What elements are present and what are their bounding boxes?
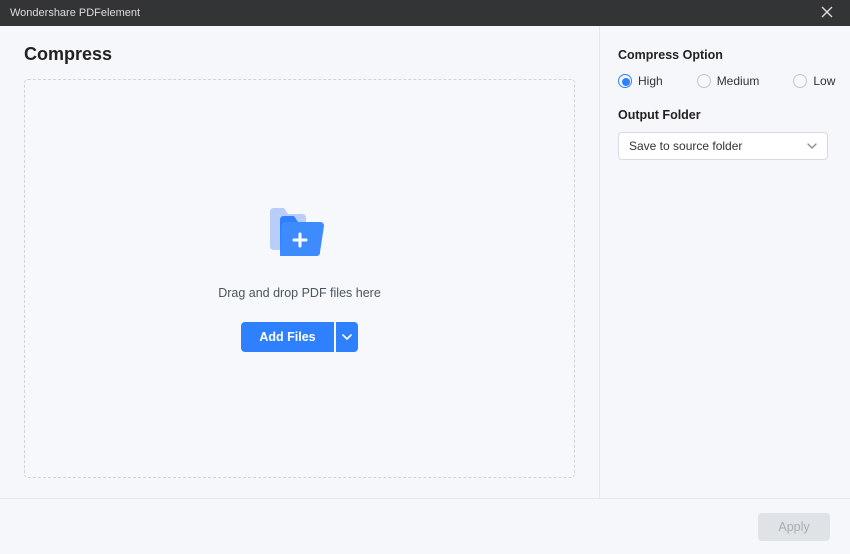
add-files-button[interactable]: Add Files [241, 322, 333, 352]
output-folder-select[interactable]: Save to source folder [618, 132, 828, 160]
radio-dot-icon [618, 74, 632, 88]
compress-option-title: Compress Option [618, 48, 828, 62]
left-panel: Compress Drag and drop PDF files here Ad… [0, 26, 600, 554]
close-icon[interactable] [814, 5, 840, 21]
page-title: Compress [24, 44, 575, 65]
output-folder-value: Save to source folder [629, 139, 742, 153]
right-panel: Compress Option High Medium Low Output F… [600, 26, 850, 554]
footer-bar: Apply [0, 498, 850, 554]
compress-level-group: High Medium Low [618, 74, 828, 88]
add-files-row: Add Files [241, 322, 357, 352]
radio-dot-icon [793, 74, 807, 88]
apply-button[interactable]: Apply [758, 513, 830, 541]
radio-medium-label: Medium [717, 74, 760, 88]
output-folder-title: Output Folder [618, 108, 828, 122]
title-bar: Wondershare PDFelement [0, 0, 850, 26]
radio-high[interactable]: High [618, 74, 663, 88]
radio-low-label: Low [813, 74, 835, 88]
chevron-down-icon [342, 332, 352, 342]
folder-add-icon [268, 206, 332, 258]
chevron-down-icon [807, 141, 817, 151]
radio-dot-icon [697, 74, 711, 88]
main-body: Compress Drag and drop PDF files here Ad… [0, 26, 850, 554]
window-title: Wondershare PDFelement [10, 7, 814, 19]
radio-medium[interactable]: Medium [697, 74, 760, 88]
radio-high-label: High [638, 74, 663, 88]
add-files-dropdown-button[interactable] [336, 322, 358, 352]
radio-low[interactable]: Low [793, 74, 835, 88]
drop-zone[interactable]: Drag and drop PDF files here Add Files [24, 79, 575, 478]
drop-hint: Drag and drop PDF files here [218, 286, 381, 300]
